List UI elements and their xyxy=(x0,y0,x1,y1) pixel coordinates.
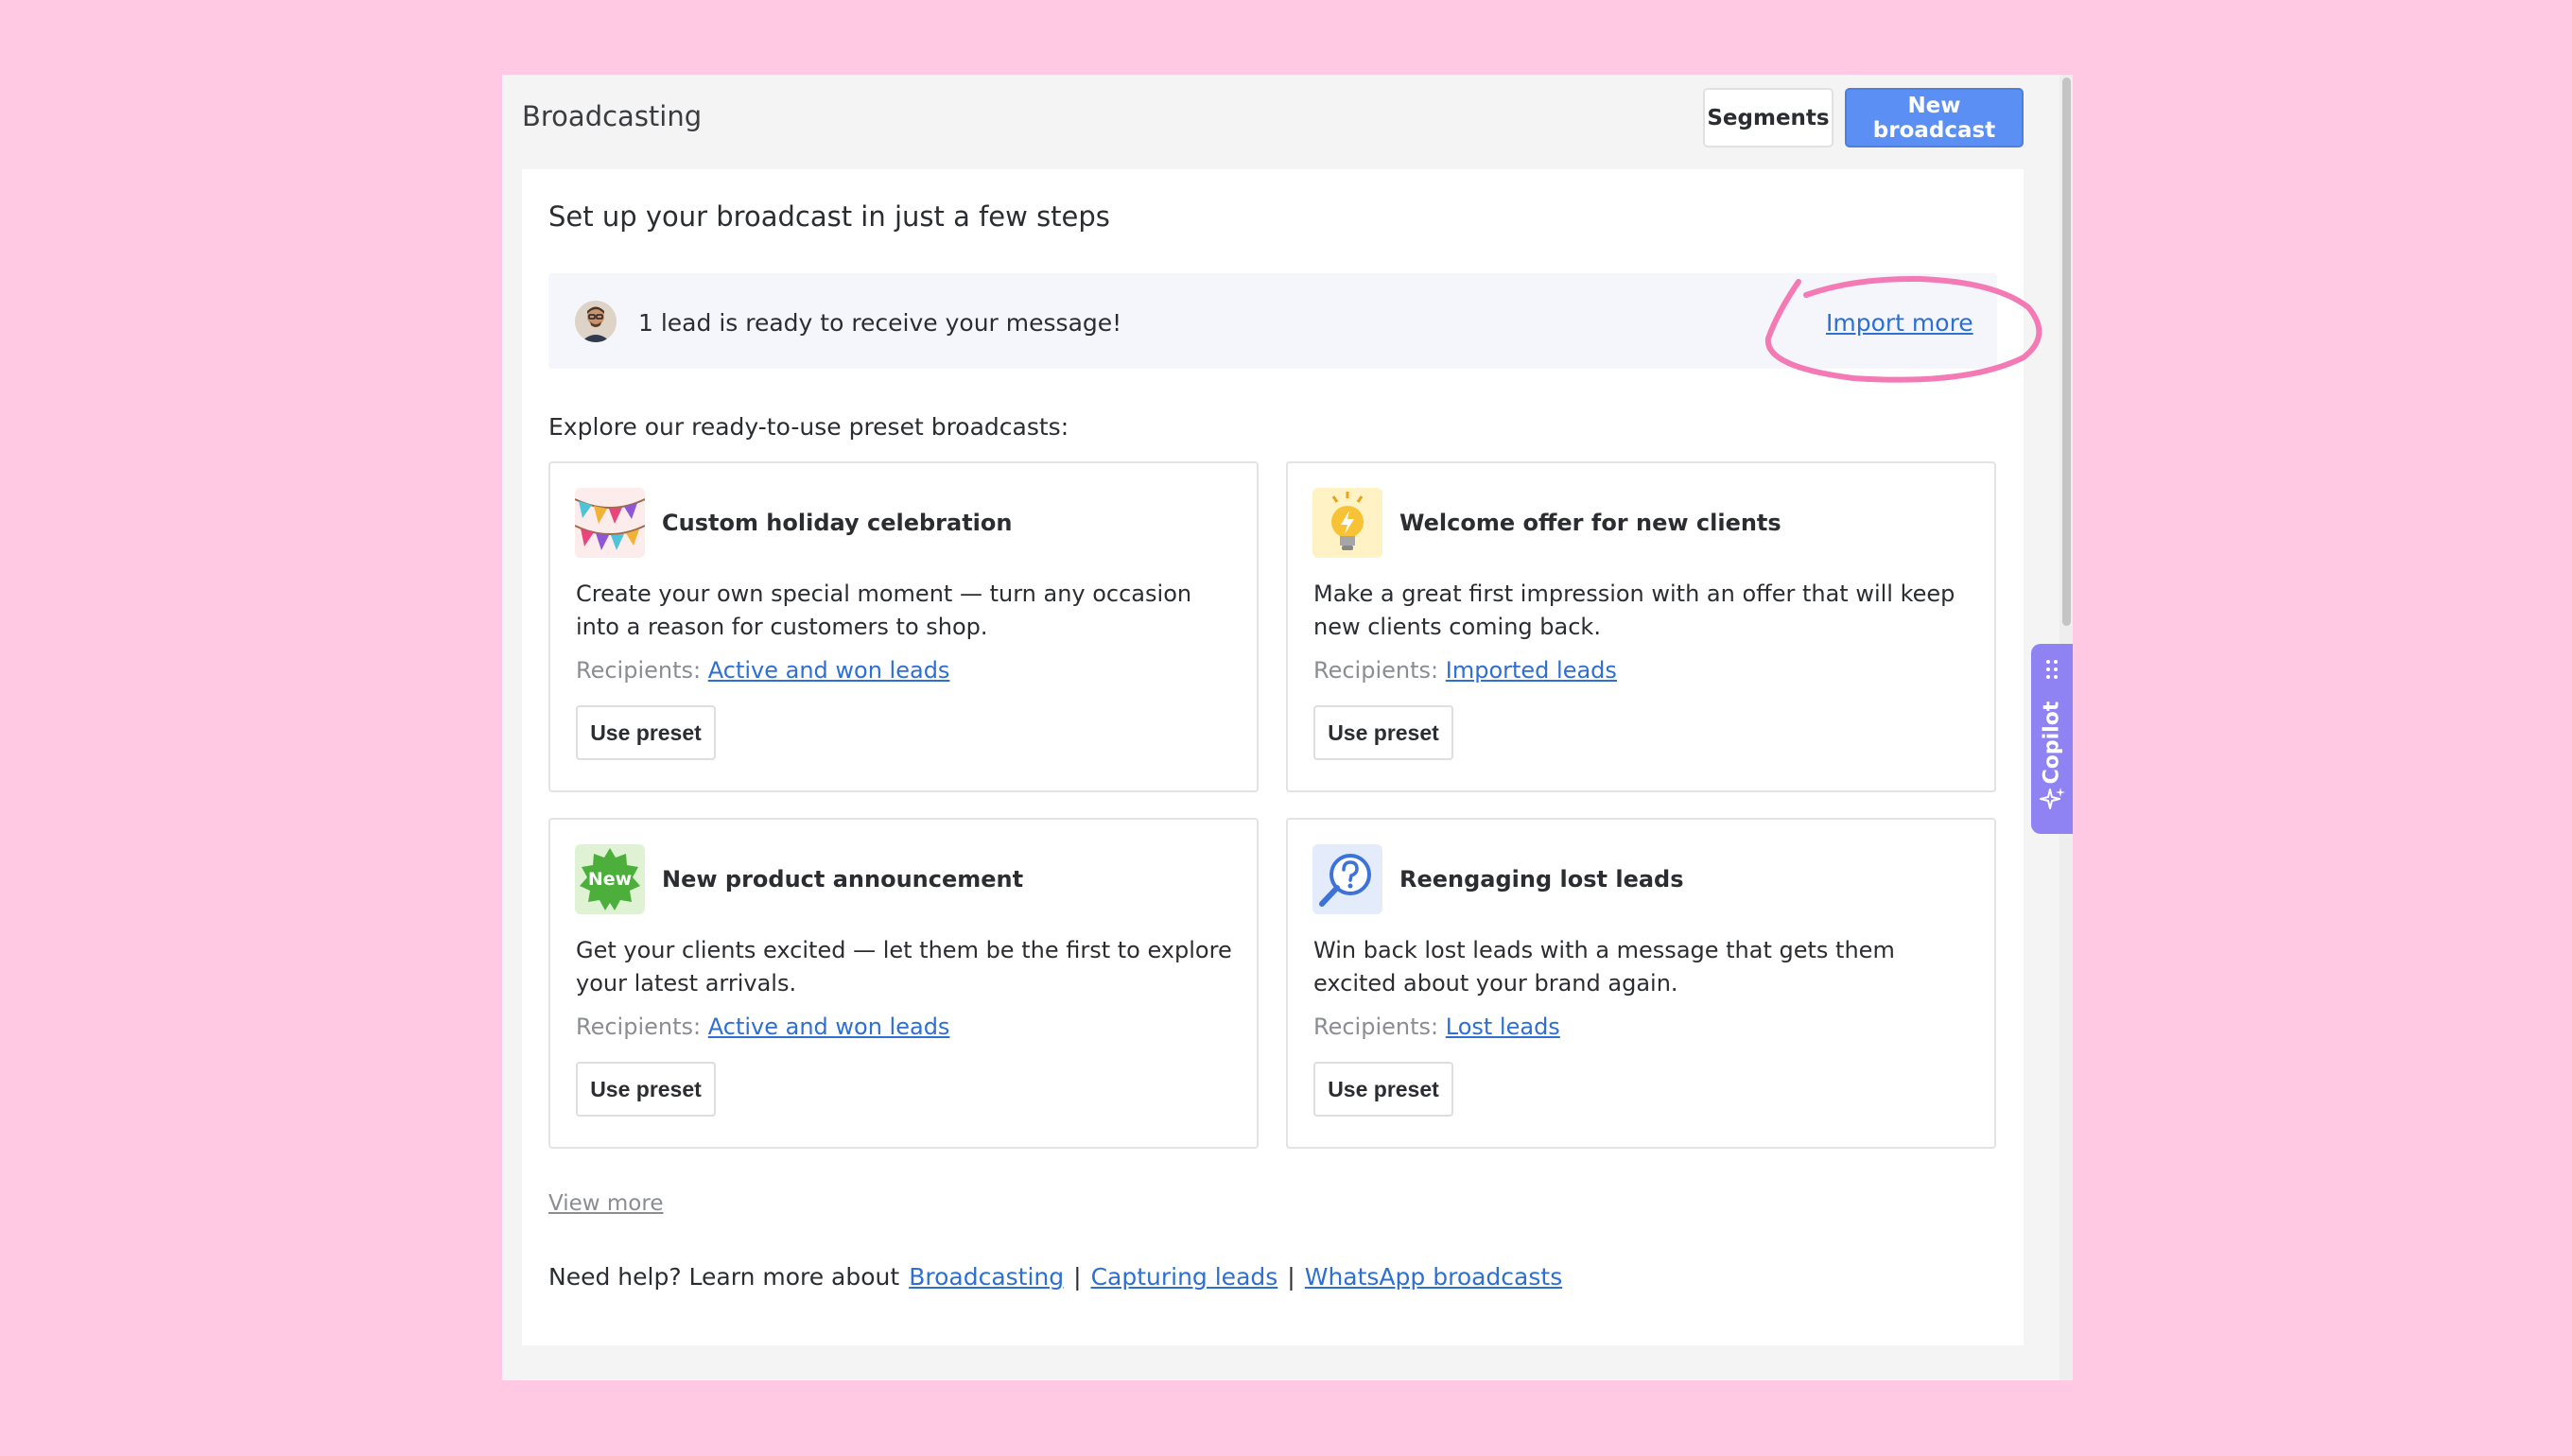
recipients-link[interactable]: Active and won leads xyxy=(708,1014,950,1040)
bunting-flags-icon xyxy=(575,488,645,558)
use-preset-button[interactable]: Use preset xyxy=(1313,705,1453,760)
page-title: Broadcasting xyxy=(522,100,703,132)
setup-title: Set up your broadcast in just a few step… xyxy=(548,200,1110,233)
help-separator: | xyxy=(1073,1263,1082,1291)
segments-button[interactable]: Segments xyxy=(1703,88,1833,147)
recipients-link[interactable]: Imported leads xyxy=(1446,657,1617,684)
help-prefix: Need help? Learn more about xyxy=(548,1263,900,1291)
use-preset-button[interactable]: Use preset xyxy=(1313,1062,1453,1117)
magnifier-question-icon xyxy=(1312,844,1382,914)
recipients-label: Recipients: xyxy=(1313,1014,1439,1040)
help-row: Need help? Learn more about Broadcasting… xyxy=(548,1263,1562,1291)
lead-ready-message: 1 lead is ready to receive your message! xyxy=(638,309,1122,337)
preset-recipients: Recipients: Active and won leads xyxy=(576,1014,949,1040)
import-more-link[interactable]: Import more xyxy=(1826,309,1973,337)
preset-description: Get your clients excited — let them be t… xyxy=(576,937,1232,997)
preset-recipients: Recipients: Lost leads xyxy=(1313,1014,1560,1040)
preset-description: Win back lost leads with a message that … xyxy=(1313,937,1895,997)
presets-heading: Explore our ready-to-use preset broadcas… xyxy=(548,413,1069,441)
copilot-label-text: Copilot xyxy=(2040,701,2064,784)
drag-handle-icon[interactable] xyxy=(2045,659,2059,680)
avatar xyxy=(575,301,617,342)
help-separator: | xyxy=(1287,1263,1295,1291)
preset-recipients: Recipients: Active and won leads xyxy=(576,657,949,684)
lightbulb-icon xyxy=(1312,488,1382,558)
preset-card-holiday: Custom holiday celebration Create your o… xyxy=(548,461,1259,792)
help-link-broadcasting[interactable]: Broadcasting xyxy=(909,1263,1064,1291)
use-preset-button[interactable]: Use preset xyxy=(576,705,716,760)
sparkle-icon xyxy=(2040,788,2065,809)
help-link-capturing-leads[interactable]: Capturing leads xyxy=(1091,1263,1278,1291)
preset-title: Custom holiday celebration xyxy=(662,510,1013,536)
view-more-link[interactable]: View more xyxy=(548,1191,663,1216)
recipients-label: Recipients: xyxy=(576,1014,702,1040)
recipients-label: Recipients: xyxy=(1313,657,1439,684)
preset-recipients: Recipients: Imported leads xyxy=(1313,657,1617,684)
recipients-link[interactable]: Active and won leads xyxy=(708,657,950,684)
new-broadcast-button[interactable]: New broadcast xyxy=(1845,88,2024,147)
avatar-icon xyxy=(575,301,617,342)
scrollbar-thumb[interactable] xyxy=(2062,78,2071,626)
preset-title: Reengaging lost leads xyxy=(1399,866,1684,893)
use-preset-button[interactable]: Use preset xyxy=(576,1062,716,1117)
preset-description: Create your own special moment — turn an… xyxy=(576,581,1192,640)
preset-card-new-product: New New product announcement Get your cl… xyxy=(548,818,1259,1149)
help-link-whatsapp-broadcasts[interactable]: WhatsApp broadcasts xyxy=(1305,1263,1563,1291)
new-badge-text: New xyxy=(588,869,632,890)
preset-card-welcome: Welcome offer for new clients Make a gre… xyxy=(1286,461,1996,792)
preset-card-reengage: Reengaging lost leads Win back lost lead… xyxy=(1286,818,1996,1149)
preset-title: New product announcement xyxy=(662,866,1024,893)
recipients-label: Recipients: xyxy=(576,657,702,684)
recipients-link[interactable]: Lost leads xyxy=(1446,1014,1560,1040)
new-badge-icon: New xyxy=(575,844,645,914)
copilot-label[interactable]: Copilot xyxy=(2040,700,2064,785)
preset-description: Make a great first impression with an of… xyxy=(1313,581,1955,640)
preset-title: Welcome offer for new clients xyxy=(1399,510,1781,536)
